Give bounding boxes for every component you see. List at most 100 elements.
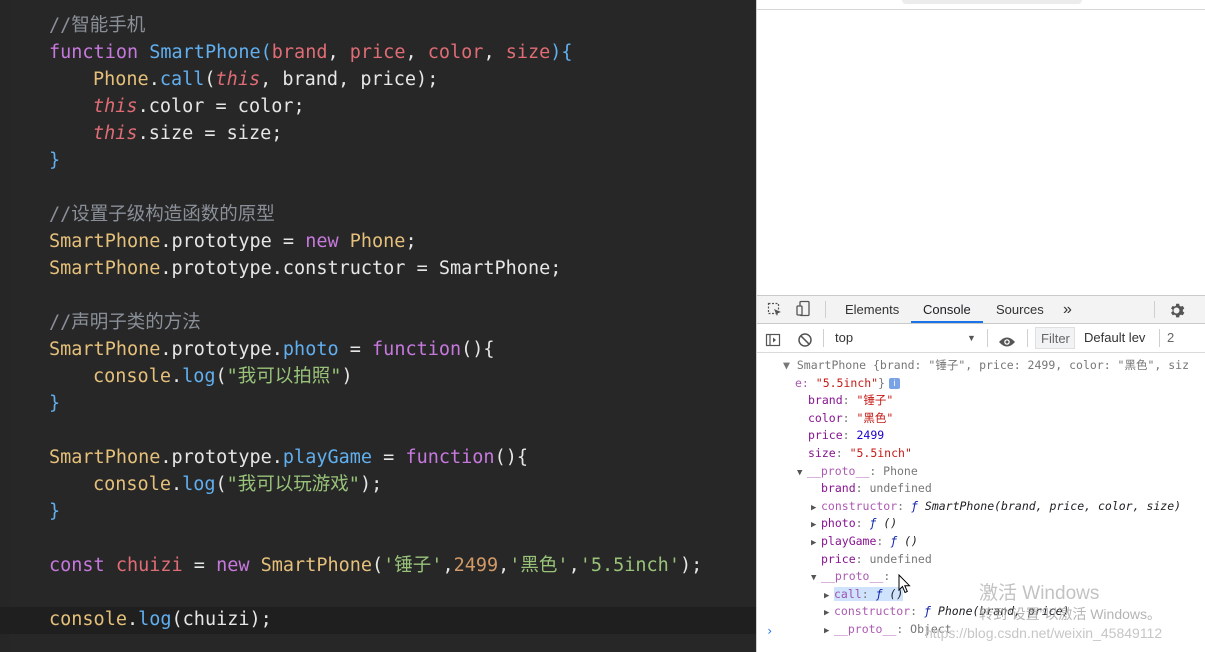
caret-right-icon[interactable]: ▶: [811, 500, 821, 517]
editor-gutter: [0, 0, 10, 652]
code-line[interactable]: console.log("我可以拍照"): [93, 363, 353, 390]
console-tree-row[interactable]: ▶ photo: ƒ (): [811, 515, 897, 532]
code-line[interactable]: }: [49, 147, 60, 174]
console-tree-row[interactable]: ▼ __proto__:: [811, 568, 890, 585]
context-selector[interactable]: top: [835, 324, 853, 352]
console-token: __proto__: [834, 622, 897, 636]
caret-right-icon[interactable]: ▶: [824, 605, 834, 622]
console-token: price: [808, 428, 843, 443]
code-token: .prototype =: [160, 231, 306, 252]
caret-right-icon[interactable]: ▶: [824, 588, 834, 605]
code-token: .: [126, 609, 139, 630]
code-line[interactable]: Phone.call(this, brand, price);: [93, 66, 438, 93]
code-line[interactable]: SmartPhone.prototype = new Phone;: [49, 228, 417, 255]
property-text: price: undefined: [821, 552, 932, 566]
code-line[interactable]: //设置子级构造函数的原型: [49, 201, 275, 228]
code-token: '黑色': [509, 555, 569, 576]
console-tree-row[interactable]: ▶ call: ƒ (): [824, 586, 904, 605]
console-token: (): [883, 516, 898, 531]
console-token: __proto__: [807, 463, 870, 478]
code-line[interactable]: console.log("我可以玩游戏");: [93, 471, 382, 498]
code-line[interactable]: function SmartPhone(brand, price, color,…: [49, 39, 573, 66]
clear-console-icon[interactable]: [797, 330, 813, 347]
console-tree-row[interactable]: e: "5.5inch"} i: [795, 375, 901, 392]
tab-sources[interactable]: Sources: [996, 296, 1044, 323]
code-line[interactable]: this.color = color;: [93, 93, 305, 120]
toolbar-separator: [823, 329, 824, 347]
property-text: __proto__: Phone: [807, 464, 918, 478]
code-line[interactable]: const chuizi = new SmartPhone('锤子',2499,…: [49, 552, 702, 579]
code-editor[interactable]: //智能手机 function SmartPhone(brand, price, …: [0, 0, 756, 652]
code-line[interactable]: //智能手机: [49, 12, 145, 39]
code-line[interactable]: //声明子类的方法: [49, 309, 201, 336]
console-token: : undefined: [855, 551, 932, 566]
property-text: size: "5.5inch": [808, 446, 912, 460]
sidebar-toggle-icon[interactable]: [765, 330, 781, 347]
console-token: ƒ: [911, 498, 925, 513]
caret-down-icon[interactable]: ▼: [797, 465, 807, 482]
page-viewport[interactable]: [757, 0, 1205, 295]
code-line[interactable]: }: [49, 498, 60, 525]
console-token: :: [910, 604, 925, 619]
console-tree-row[interactable]: price: undefined: [821, 551, 932, 568]
code-token: SmartPhone: [49, 231, 161, 252]
console-tree-row[interactable]: ▼ __proto__: Phone: [797, 463, 918, 480]
tab-elements[interactable]: Elements: [845, 296, 899, 323]
console-tree-row[interactable]: ▼ SmartPhone {brand: "锤子", price: 2499, …: [783, 357, 1189, 374]
console-prompt[interactable]: ›: [766, 624, 773, 638]
code-token: =: [182, 555, 217, 576]
code-token: '锤子': [383, 555, 443, 576]
console-token: : Phone: [869, 463, 918, 478]
device-toolbar-icon[interactable]: [795, 300, 813, 320]
code-token: .color = color;: [137, 96, 305, 117]
console-tree-row[interactable]: color: "黑色": [808, 410, 893, 427]
property-text: brand: "锤子": [808, 393, 893, 407]
code-token: console: [93, 474, 171, 495]
console-token: __proto__: [821, 569, 884, 584]
code-token: ): [359, 474, 372, 495]
console-token: 2499: [856, 428, 885, 443]
inspect-element-icon[interactable]: [767, 300, 783, 320]
tab-console[interactable]: Console: [911, 296, 983, 323]
console-token: :: [835, 446, 850, 460]
code-token: .prototype.: [160, 339, 283, 360]
chevron-down-icon[interactable]: ▼: [967, 324, 976, 352]
code-line[interactable]: console.log(chuizi);: [49, 606, 272, 633]
code-token: console: [49, 609, 127, 630]
console-token: ƒ: [890, 534, 905, 548]
info-icon[interactable]: i: [889, 377, 901, 389]
log-levels-dropdown[interactable]: Default lev: [1084, 324, 1145, 352]
console-token: :: [842, 393, 857, 408]
code-token: color: [427, 42, 484, 63]
caret-right-icon[interactable]: ▶: [811, 535, 821, 552]
caret-right-icon[interactable]: ▶: [811, 517, 821, 534]
gear-icon[interactable]: [1168, 301, 1185, 319]
code-token: chuizi: [182, 609, 250, 630]
address-bar-stub: [902, 0, 1082, 4]
code-line[interactable]: SmartPhone.prototype.constructor = Smart…: [49, 255, 561, 282]
more-tabs-button[interactable]: »: [1063, 296, 1072, 323]
code-token: "我可以玩游戏": [226, 474, 360, 495]
console-token: ƒ: [869, 516, 884, 531]
code-line[interactable]: this.size = size;: [93, 120, 282, 147]
console-tree-row[interactable]: brand: "锤子": [808, 392, 893, 409]
console-tree-row[interactable]: size: "5.5inch": [808, 445, 912, 462]
console-tree-row[interactable]: ▶ constructor: ƒ SmartPhone(brand, price,…: [811, 498, 1181, 515]
activation-watermark-title: 激活 Windows: [979, 583, 1100, 604]
filter-input[interactable]: Filter: [1035, 327, 1075, 349]
code-token: new: [305, 231, 350, 252]
console-token: :: [842, 428, 857, 443]
code-line[interactable]: SmartPhone.prototype.playGame = function…: [49, 444, 528, 471]
console-tree-row[interactable]: brand: undefined: [821, 480, 932, 497]
console-tree-row[interactable]: price: 2499: [808, 427, 884, 444]
console-tree-row[interactable]: ▶ playGame: ƒ (): [811, 533, 918, 550]
caret-right-icon[interactable]: ▶: [824, 623, 834, 640]
code-token: size: [505, 42, 551, 63]
activation-watermark-text: 转到“设置”以激活 Windows。: [979, 606, 1162, 622]
console-token: photo: [821, 516, 856, 531]
code-line[interactable]: }: [49, 390, 60, 417]
caret-down-icon[interactable]: ▼: [811, 570, 821, 587]
eye-icon[interactable]: [998, 331, 1016, 347]
code-line[interactable]: SmartPhone.prototype.photo = function(){: [49, 336, 495, 363]
code-token: "我可以拍照": [226, 366, 342, 387]
